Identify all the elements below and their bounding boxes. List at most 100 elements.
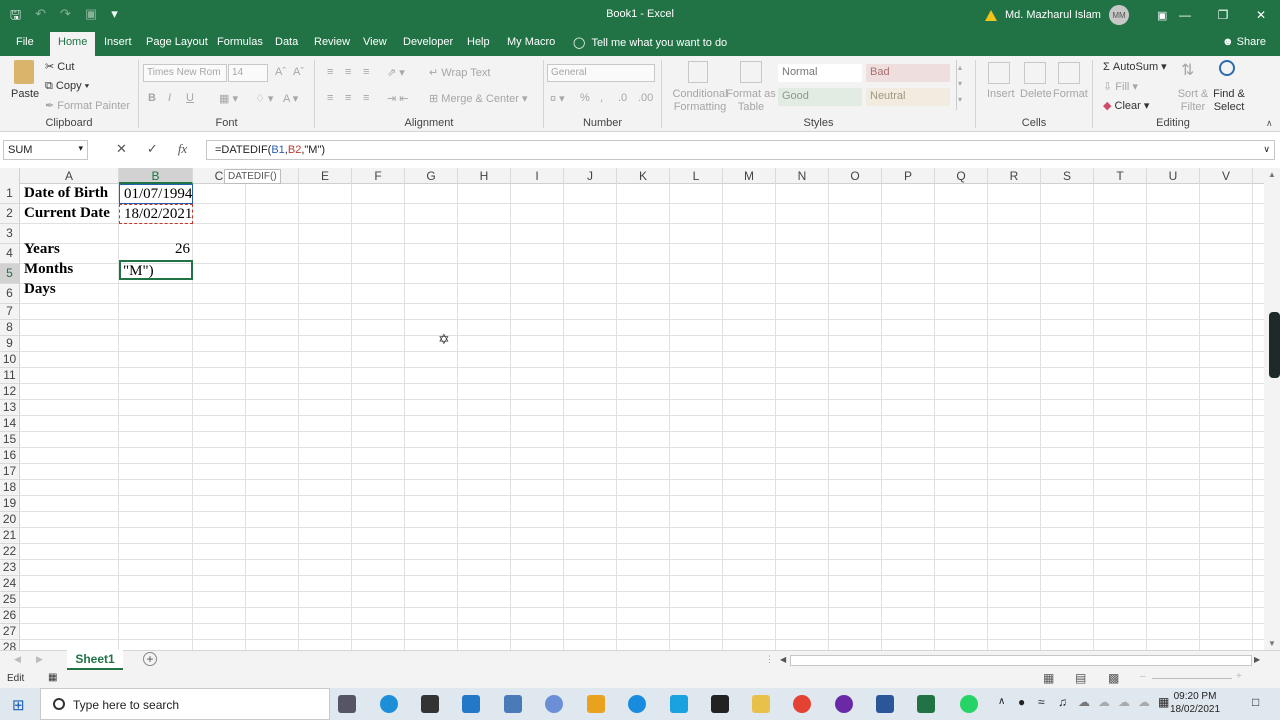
- word-icon[interactable]: [876, 695, 894, 713]
- minimize-button[interactable]: —: [1166, 0, 1204, 30]
- format-cells-button[interactable]: Format: [1053, 88, 1088, 100]
- clear-button[interactable]: ◆ Clear ▾: [1103, 99, 1149, 112]
- wifi-icon[interactable]: ≈: [1038, 695, 1045, 709]
- row-header[interactable]: 26: [0, 608, 20, 624]
- taskbar-clock[interactable]: 09:20 PM 18/02/2021: [1170, 690, 1220, 716]
- edge-icon[interactable]: [380, 695, 398, 713]
- r-icon[interactable]: [545, 695, 563, 713]
- column-header[interactable]: T: [1094, 168, 1147, 184]
- row-header[interactable]: 11: [0, 368, 20, 384]
- font-name-select[interactable]: Times New Rom: [143, 64, 227, 82]
- tab-insert[interactable]: Insert: [104, 36, 132, 48]
- tab-view[interactable]: View: [363, 36, 387, 48]
- cell-b4[interactable]: 26: [119, 240, 193, 260]
- shrink-font-icon[interactable]: Aˇ: [293, 66, 304, 78]
- volume-icon[interactable]: ♫: [1058, 695, 1067, 709]
- vertical-scrollbar[interactable]: ▲ ▼: [1264, 168, 1280, 650]
- tab-my-macro[interactable]: My Macro: [507, 36, 555, 48]
- row-header[interactable]: 10: [0, 352, 20, 368]
- tray-chevron-icon[interactable]: ∧: [998, 696, 1005, 707]
- column-header[interactable]: U: [1147, 168, 1200, 184]
- row-header[interactable]: 8: [0, 320, 20, 336]
- align-middle-icon[interactable]: ≡: [345, 66, 351, 78]
- format-painter-button[interactable]: ✒ Format Painter: [45, 99, 130, 112]
- file-explorer-icon[interactable]: [752, 695, 770, 713]
- tab-help[interactable]: Help: [467, 36, 490, 48]
- bold-button[interactable]: B: [148, 92, 156, 104]
- column-header[interactable]: A: [20, 168, 119, 184]
- column-header[interactable]: E: [299, 168, 352, 184]
- cell-b5-active[interactable]: "M"): [119, 260, 193, 280]
- column-header[interactable]: V: [1200, 168, 1253, 184]
- row-header[interactable]: 4: [0, 244, 20, 264]
- close-button[interactable]: ✕: [1242, 0, 1280, 30]
- worksheet-grid[interactable]: ABCDEFGHIJKLMNOPQRSTUV 12345678910111213…: [0, 168, 1264, 650]
- formula-input[interactable]: =DATEDIF(B1,B2,"M") ∨: [206, 140, 1275, 160]
- align-bottom-icon[interactable]: ≡: [363, 66, 369, 78]
- row-header[interactable]: 16: [0, 448, 20, 464]
- row-header[interactable]: 18: [0, 480, 20, 496]
- excel-icon[interactable]: [917, 695, 935, 713]
- insert-cells-button[interactable]: Insert: [987, 88, 1015, 100]
- macro-record-icon[interactable]: ▦: [48, 672, 57, 683]
- paste-icon[interactable]: [14, 60, 34, 84]
- share-button[interactable]: ☻ Share: [1222, 36, 1266, 48]
- row-header[interactable]: 20: [0, 512, 20, 528]
- scroll-thumb[interactable]: [1269, 312, 1280, 378]
- row-header[interactable]: 28: [0, 640, 20, 650]
- microphone-icon[interactable]: ●: [1018, 695, 1025, 709]
- align-right-icon[interactable]: ≡: [363, 92, 369, 104]
- font-size-select[interactable]: 14: [228, 64, 268, 82]
- column-header[interactable]: P: [882, 168, 935, 184]
- tab-formulas[interactable]: Formulas: [217, 36, 263, 48]
- row-header[interactable]: 1: [0, 184, 20, 204]
- column-header[interactable]: B: [119, 168, 193, 184]
- tab-page-layout[interactable]: Page Layout: [146, 36, 208, 48]
- row-header[interactable]: 12: [0, 384, 20, 400]
- add-sheet-icon[interactable]: +: [143, 652, 157, 666]
- row-header[interactable]: 22: [0, 544, 20, 560]
- borders-icon[interactable]: ▦ ▾: [219, 92, 238, 105]
- conditional-formatting-icon[interactable]: [688, 61, 708, 83]
- tab-review[interactable]: Review: [314, 36, 350, 48]
- currency-icon[interactable]: ¤ ▾: [550, 92, 565, 105]
- delete-cells-icon[interactable]: [1024, 62, 1046, 84]
- fill-button[interactable]: ⇩ Fill ▾: [1103, 80, 1138, 93]
- cloud-icon[interactable]: ☁: [1138, 695, 1150, 709]
- percent-icon[interactable]: %: [580, 92, 590, 104]
- row-header[interactable]: 14: [0, 416, 20, 432]
- indent-icons[interactable]: ⇥ ⇤: [387, 92, 409, 105]
- chrome-icon[interactable]: [793, 695, 811, 713]
- align-top-icon[interactable]: ≡: [327, 66, 333, 78]
- prev-sheet-icon[interactable]: ◀: [14, 654, 21, 665]
- cloud-icon[interactable]: ☁: [1098, 695, 1110, 709]
- cell-a4[interactable]: Years: [20, 240, 119, 260]
- scroll-up-icon[interactable]: ▲: [1268, 170, 1276, 179]
- zoom-out-icon[interactable]: –: [1140, 671, 1146, 682]
- splitter-icon[interactable]: ⋮: [765, 654, 774, 665]
- expand-formula-icon[interactable]: ∨: [1263, 144, 1270, 155]
- cell-a1[interactable]: Date of Birth: [20, 184, 119, 204]
- fill-color-icon[interactable]: ♢ ▾: [255, 92, 273, 105]
- tell-me-box[interactable]: ◯ Tell me what you want to do: [573, 36, 727, 49]
- column-header[interactable]: M: [723, 168, 776, 184]
- insert-cells-icon[interactable]: [988, 62, 1010, 84]
- style-good[interactable]: Good: [778, 88, 862, 106]
- column-header[interactable]: R: [988, 168, 1041, 184]
- taskbar-search[interactable]: Type here to search: [40, 688, 330, 720]
- italic-button[interactable]: I: [168, 92, 171, 104]
- cell-b2[interactable]: 18/02/2021: [119, 204, 193, 224]
- column-header[interactable]: L: [670, 168, 723, 184]
- tab-file[interactable]: File: [16, 36, 34, 48]
- windows-start-icon[interactable]: ⊞: [12, 696, 25, 714]
- style-neutral[interactable]: Neutral: [866, 88, 950, 106]
- calculator-icon[interactable]: [504, 695, 522, 713]
- page-break-view-icon[interactable]: ▩: [1108, 671, 1119, 685]
- align-left-icon[interactable]: ≡: [327, 92, 333, 104]
- find-select-button[interactable]: Find & Select: [1209, 88, 1249, 114]
- horizontal-scrollbar[interactable]: [790, 655, 1252, 666]
- confirm-formula-icon[interactable]: ✓: [147, 141, 158, 157]
- column-header[interactable]: O: [829, 168, 882, 184]
- wrap-text-button[interactable]: ↵ Wrap Text: [429, 66, 490, 79]
- align-center-icon[interactable]: ≡: [345, 92, 351, 104]
